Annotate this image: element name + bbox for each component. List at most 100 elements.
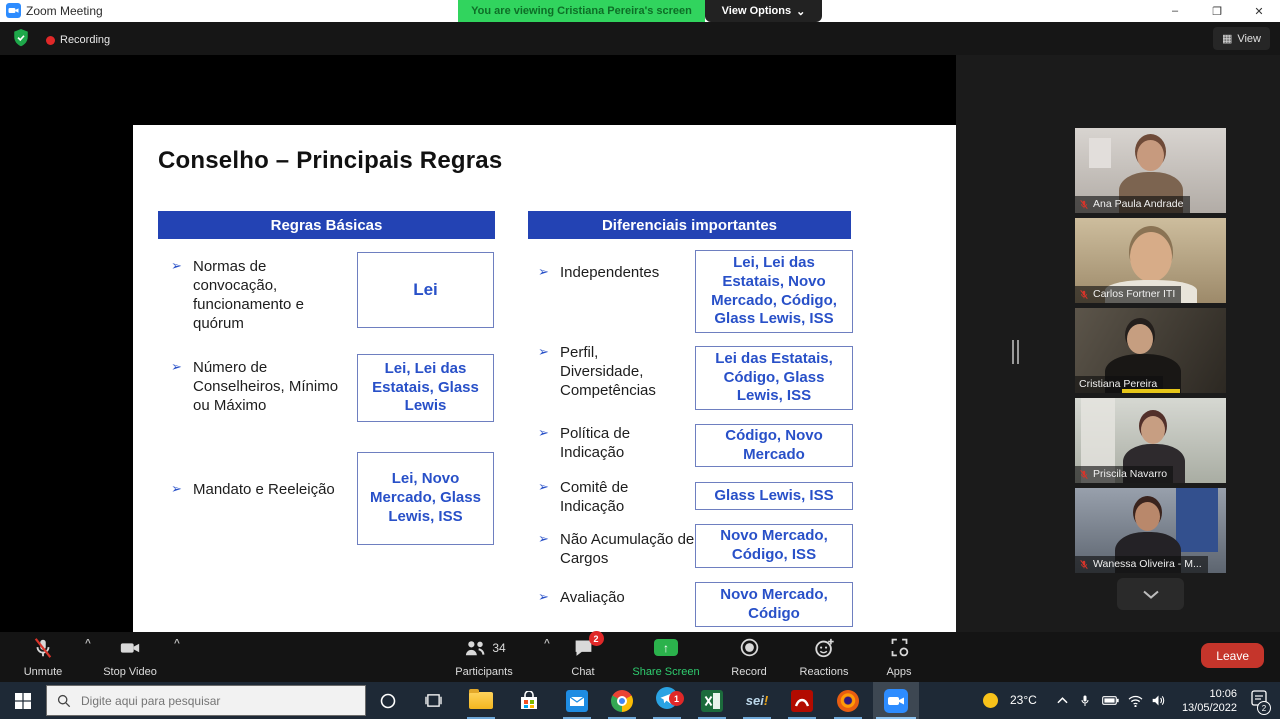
shared-screen-area: Conselho – Principais Regras Regras Bási… — [0, 55, 956, 632]
rule-label: Comitê de Indicação — [560, 478, 670, 516]
rule-sources-box: Novo Mercado, Código, ISS — [695, 524, 853, 568]
mic-muted-icon — [32, 636, 54, 659]
action-center-button[interactable]: 2 — [1240, 682, 1278, 719]
microphone-icon — [1079, 694, 1091, 708]
reactions-smiley-icon — [813, 636, 836, 659]
bullet-icon: ➢ — [538, 264, 549, 280]
task-view-button[interactable] — [411, 682, 455, 719]
window-title: Zoom Meeting — [26, 4, 103, 18]
volume-button[interactable] — [1144, 682, 1172, 719]
bullet-icon: ➢ — [171, 258, 182, 274]
banner-backdrop — [1176, 488, 1218, 552]
notification-badge: 2 — [1257, 701, 1271, 715]
grid-view-icon: ▦ — [1222, 32, 1232, 45]
video-tile[interactable]: Priscila Navarro — [1075, 398, 1226, 483]
zoom-control-toolbar: Unmute ^ Stop Video ^ 34 Participants ^ … — [0, 632, 1280, 682]
bullet-icon: ➢ — [538, 425, 549, 441]
tray-mic-button[interactable] — [1072, 682, 1098, 719]
panel-drag-handle[interactable] — [1012, 340, 1020, 364]
firefox-icon — [837, 690, 859, 712]
reactions-button[interactable]: Reactions — [784, 636, 864, 678]
bullet-icon: ➢ — [538, 531, 549, 547]
share-screen-button[interactable]: ↑ Share Screen — [611, 636, 721, 678]
video-tile[interactable]: Carlos Fortner ITI — [1075, 218, 1226, 303]
chevron-down-icon — [1142, 590, 1160, 599]
rule-label: Normas de convocação, funcionamento e qu… — [193, 257, 353, 333]
apps-icon — [889, 636, 910, 659]
rule-label: Mandato e Reeleição — [193, 480, 368, 499]
taskbar-clock[interactable]: 10:06 13/05/2022 — [1182, 687, 1237, 716]
rule-label: Número de Conselheiros, Mínimo ou Máximo — [193, 358, 353, 415]
telegram-button[interactable]: 1 — [645, 682, 689, 719]
participants-count: 34 — [492, 641, 505, 655]
minimize-button[interactable]: – — [1154, 0, 1196, 22]
left-column-header: Regras Básicas — [158, 211, 495, 239]
sei-button[interactable]: sei! — [735, 682, 779, 719]
mic-muted-icon — [1079, 199, 1089, 210]
video-tile[interactable]: Cristiana Pereira — [1075, 308, 1226, 393]
presentation-slide: Conselho – Principais Regras Regras Bási… — [133, 125, 957, 677]
weather-button[interactable] — [975, 682, 1005, 719]
rule-sources-box: Código, Novo Mercado — [695, 424, 853, 467]
leave-button[interactable]: Leave — [1201, 643, 1264, 668]
acrobat-button[interactable] — [780, 682, 824, 719]
window-titlebar: Zoom Meeting You are viewing Cristiana P… — [0, 0, 1280, 22]
start-button[interactable] — [0, 682, 46, 719]
ms-store-button[interactable] — [507, 682, 551, 719]
rule-label: Avaliação — [560, 588, 680, 607]
close-button[interactable]: ✕ — [1238, 0, 1280, 22]
collapse-videos-button[interactable] — [1117, 578, 1184, 610]
security-shield-icon[interactable] — [12, 28, 30, 53]
mic-muted-icon — [1079, 469, 1089, 480]
video-tile[interactable]: Ana Paula Andrade — [1075, 128, 1226, 213]
bullet-icon: ➢ — [538, 344, 549, 360]
chrome-icon — [611, 690, 633, 712]
mail-icon — [566, 690, 588, 712]
taskbar-search[interactable] — [46, 685, 366, 716]
chat-button[interactable]: 2 Chat — [555, 636, 611, 678]
file-explorer-button[interactable] — [459, 682, 503, 719]
video-tile[interactable]: Wanessa Oliveira - M... — [1075, 488, 1226, 573]
chrome-button[interactable] — [600, 682, 644, 719]
mail-button[interactable] — [555, 682, 599, 719]
wifi-icon — [1128, 695, 1143, 707]
battery-icon — [1102, 695, 1119, 706]
recording-label: Recording — [60, 34, 110, 46]
participant-name-tag: Priscila Navarro — [1075, 466, 1173, 483]
bullet-icon: ➢ — [171, 359, 182, 375]
rule-sources-box: Novo Mercado, Código — [695, 582, 853, 627]
record-button[interactable]: Record — [714, 636, 784, 678]
date-label: 13/05/2022 — [1182, 701, 1237, 715]
view-options-button[interactable]: View Options ⌄ — [705, 0, 822, 22]
temperature-label[interactable]: 23°C — [1010, 693, 1037, 707]
search-icon — [57, 694, 71, 708]
battery-button[interactable] — [1096, 682, 1124, 719]
chat-badge: 2 — [589, 631, 604, 646]
video-options-caret[interactable]: ^ — [174, 638, 180, 649]
participants-button[interactable]: 34 Participants — [436, 636, 532, 678]
chevron-up-icon — [1057, 697, 1068, 704]
bullet-icon: ➢ — [538, 479, 549, 495]
acrobat-icon — [791, 690, 813, 712]
audio-options-caret[interactable]: ^ — [85, 638, 91, 649]
zoom-taskbar-button[interactable] — [874, 682, 918, 719]
cortana-button[interactable] — [366, 682, 410, 719]
share-screen-icon: ↑ — [654, 639, 678, 656]
zoom-app-icon — [6, 3, 21, 23]
unmute-button[interactable]: Unmute — [10, 636, 76, 678]
ms-store-icon — [519, 691, 539, 711]
rule-sources-box: Lei das Estatais, Código, Glass Lewis, I… — [695, 346, 853, 410]
apps-button[interactable]: Apps — [869, 636, 929, 678]
participants-options-caret[interactable]: ^ — [544, 638, 550, 649]
search-input[interactable] — [81, 694, 331, 708]
excel-button[interactable] — [690, 682, 734, 719]
sun-weather-icon — [983, 693, 998, 708]
rule-sources-box: Lei, Lei das Estatais, Novo Mercado, Cód… — [695, 250, 853, 333]
restore-button[interactable]: ❐ — [1196, 0, 1238, 22]
view-layout-button[interactable]: ▦ View — [1213, 27, 1270, 50]
cortana-icon — [380, 693, 396, 709]
firefox-button[interactable] — [826, 682, 870, 719]
telegram-badge: 1 — [669, 691, 684, 706]
rule-sources-box: Lei, Lei das Estatais, Glass Lewis — [357, 354, 494, 422]
stop-video-button[interactable]: Stop Video — [95, 636, 165, 678]
